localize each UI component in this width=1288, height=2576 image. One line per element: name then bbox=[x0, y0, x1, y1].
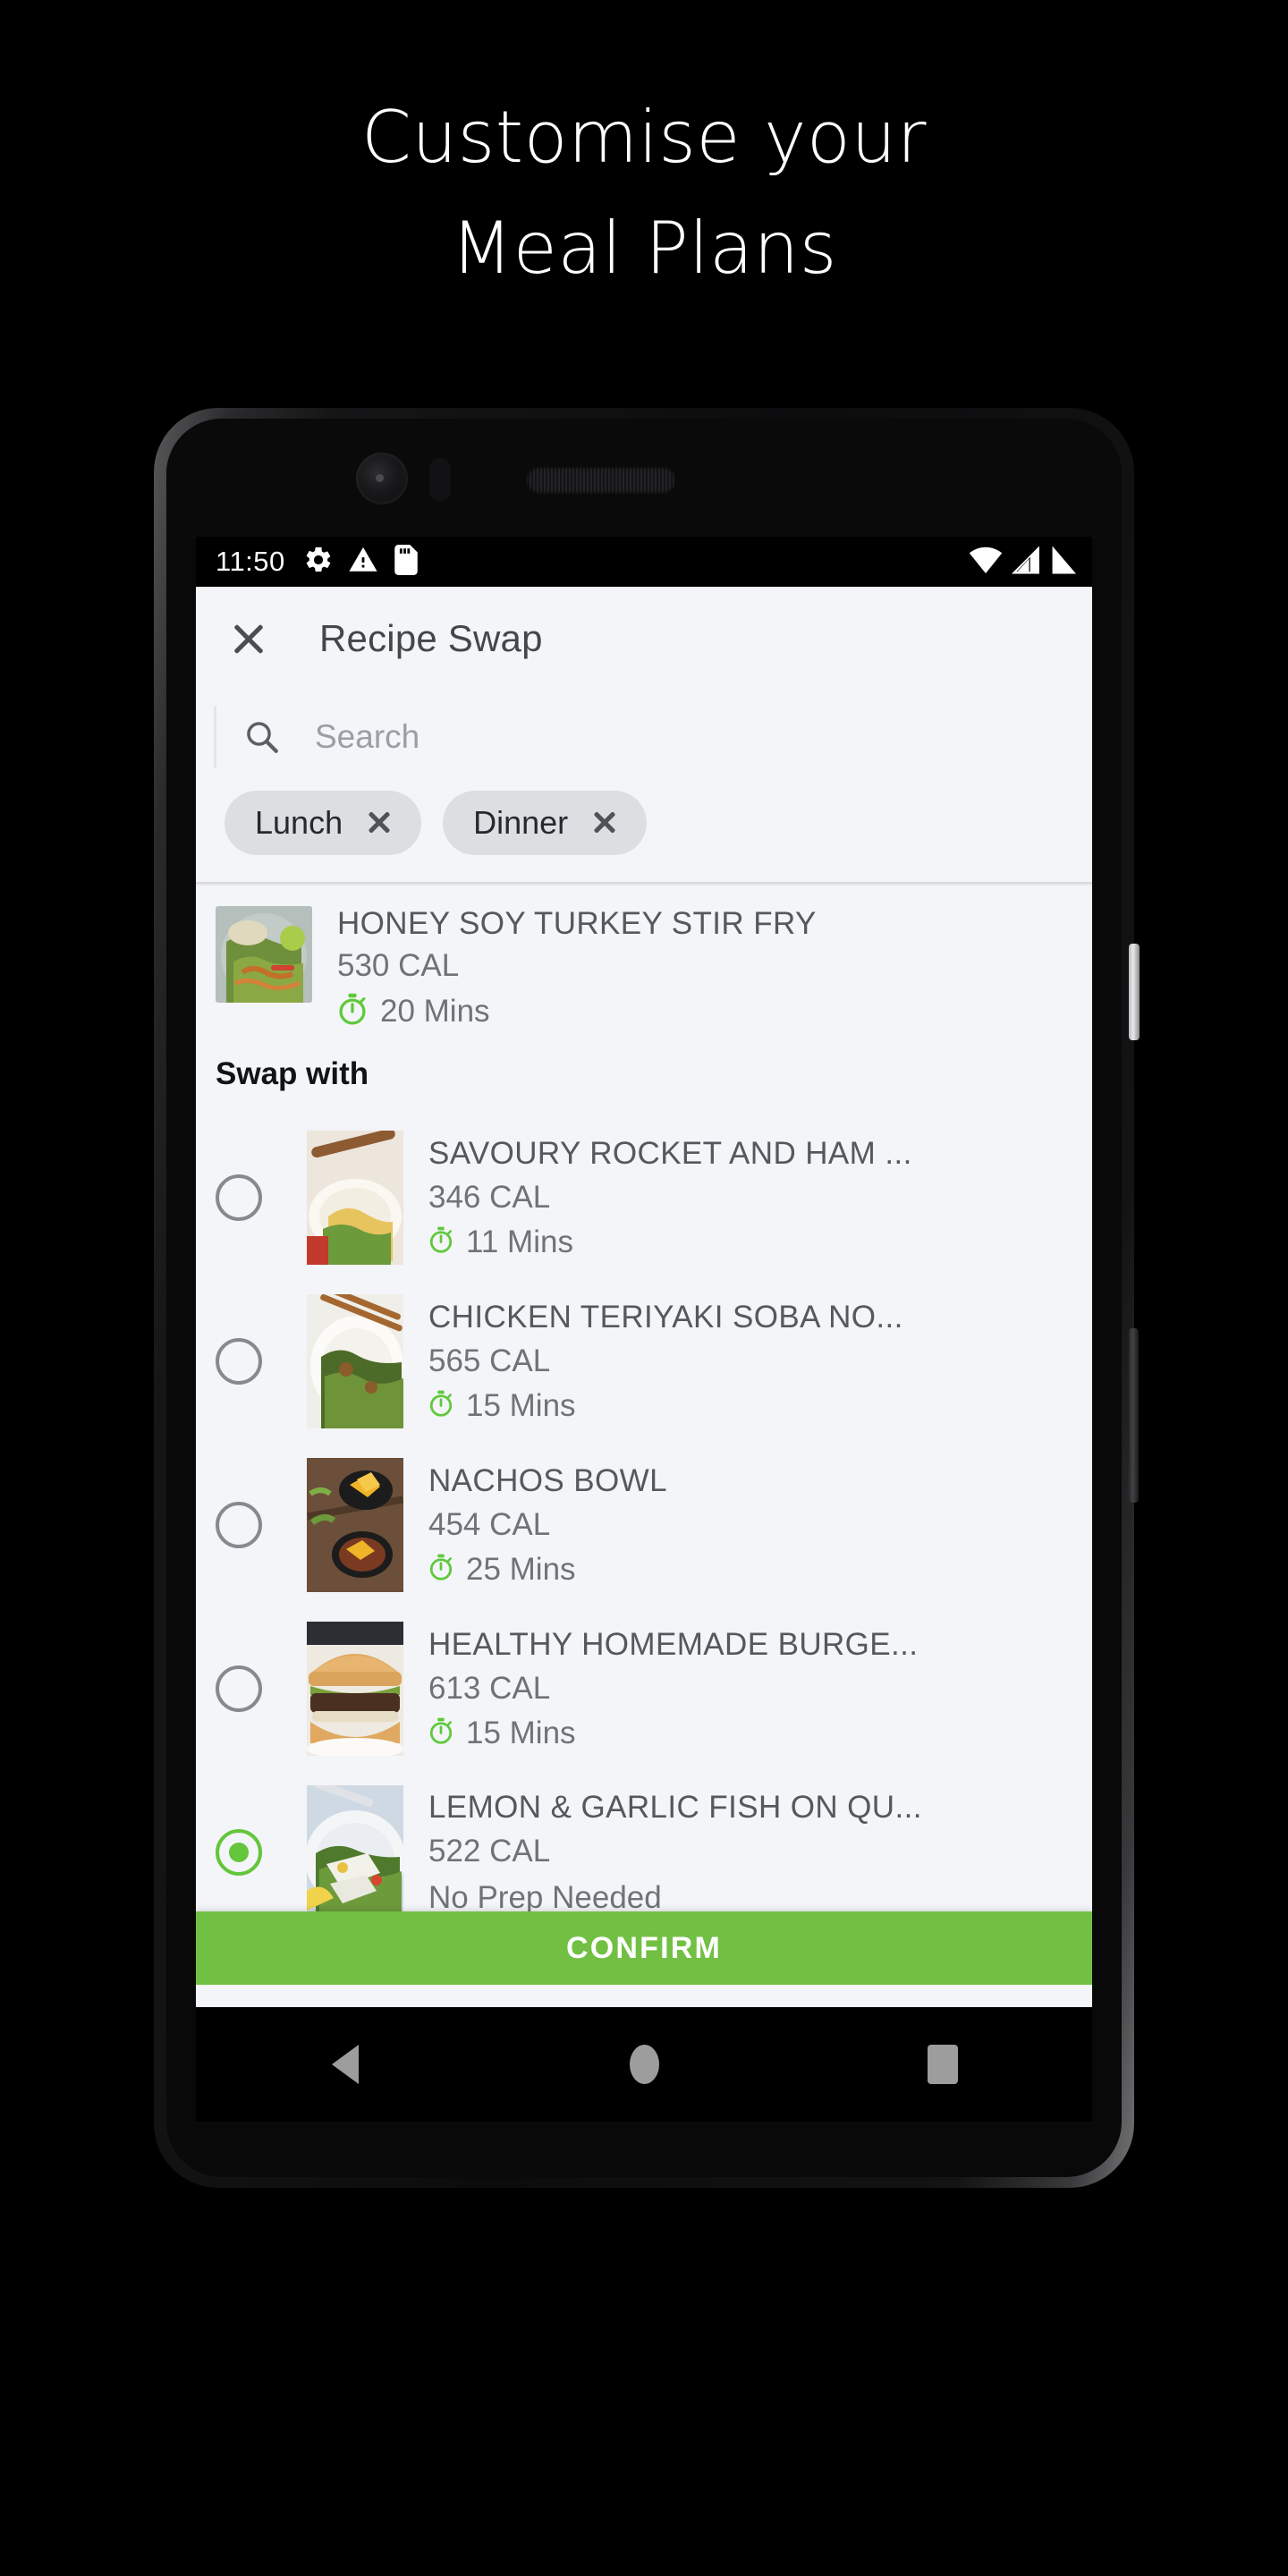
recipe-calories: 454 CAL bbox=[428, 1506, 551, 1542]
filter-chip-lunch[interactable]: Lunch bbox=[225, 791, 422, 855]
recipe-thumbnail bbox=[307, 1457, 403, 1592]
current-recipe: HONEY SOY TURKEY STIR FRY 530 CAL 20 Min… bbox=[196, 886, 1092, 1030]
search-left-divider bbox=[214, 706, 216, 768]
radio-button-selected[interactable] bbox=[216, 1828, 262, 1876]
recents-square-icon[interactable] bbox=[889, 2029, 996, 2100]
stopwatch-icon bbox=[428, 1554, 453, 1585]
recipe-time: No Prep Needed bbox=[428, 1879, 662, 1915]
promo-screenshot: Customise your Meal Plans 11:50 Recipe S… bbox=[0, 0, 1288, 2576]
filter-chip-label: Lunch bbox=[255, 804, 343, 841]
promo-headline: Customise your Meal Plans bbox=[361, 96, 927, 290]
current-recipe-calories: 530 CAL bbox=[337, 948, 460, 983]
confirm-button[interactable]: CONFIRM bbox=[196, 1911, 1092, 1985]
close-icon[interactable] bbox=[226, 616, 271, 661]
phone-device-frame: 11:50 Recipe Swap Search Lunch Dinner HO… bbox=[154, 408, 1134, 2188]
radio-button[interactable] bbox=[216, 1337, 262, 1385]
warning-triangle-icon bbox=[348, 545, 378, 580]
stopwatch-icon bbox=[337, 993, 368, 1030]
recipe-calories: 613 CAL bbox=[428, 1670, 551, 1706]
swap-with-label: Swap with bbox=[216, 1056, 369, 1091]
recipe-thumbnail bbox=[307, 1293, 403, 1428]
close-icon[interactable] bbox=[364, 808, 394, 838]
sd-card-icon bbox=[393, 544, 419, 580]
radio-button[interactable] bbox=[216, 1665, 262, 1712]
recipe-time: 15 Mins bbox=[466, 1715, 576, 1750]
swap-option-row[interactable]: HEALTHY HOMEMADE BURGE... 613 CAL 15 Min… bbox=[196, 1606, 1092, 1770]
home-circle-icon[interactable] bbox=[590, 2029, 698, 2100]
radio-button[interactable] bbox=[216, 1501, 262, 1548]
phone-inner-body: 11:50 Recipe Swap Search Lunch Dinner HO… bbox=[166, 419, 1122, 2177]
status-bar-time: 11:50 bbox=[216, 546, 285, 577]
wifi-icon bbox=[969, 546, 1003, 579]
proximity-sensor-icon bbox=[429, 458, 451, 501]
gear-icon bbox=[303, 545, 334, 580]
swap-option-row[interactable]: SAVOURY ROCKET AND HAM ... 346 CAL 11 Mi… bbox=[196, 1115, 1092, 1279]
cellular-signal-icon bbox=[1012, 546, 1042, 579]
filter-chip-list: Lunch Dinner bbox=[196, 784, 1092, 882]
current-recipe-thumbnail bbox=[216, 906, 312, 1003]
front-camera-icon bbox=[356, 453, 408, 504]
filter-chip-label: Dinner bbox=[473, 804, 569, 841]
recipe-title: CHICKEN TERIYAKI SOBA NO... bbox=[428, 1299, 903, 1335]
android-navigation-bar bbox=[196, 2007, 1092, 2122]
app-bar: Recipe Swap bbox=[196, 587, 1092, 691]
swap-option-row[interactable]: NACHOS BOWL 454 CAL 25 Mins bbox=[196, 1443, 1092, 1606]
bottom-spacer bbox=[196, 1985, 1092, 2007]
status-bar: 11:50 bbox=[196, 537, 1092, 587]
recipe-title: LEMON & GARLIC FISH ON QU... bbox=[428, 1789, 922, 1825]
power-button[interactable] bbox=[1129, 944, 1140, 1040]
volume-button[interactable] bbox=[1129, 1328, 1139, 1503]
recipe-calories: 346 CAL bbox=[428, 1179, 551, 1215]
recipe-time: 11 Mins bbox=[466, 1224, 573, 1259]
current-recipe-time: 20 Mins bbox=[380, 993, 490, 1029]
page-title: Recipe Swap bbox=[319, 617, 543, 659]
search-bar[interactable]: Search bbox=[196, 691, 1092, 784]
recipe-calories: 522 CAL bbox=[428, 1833, 551, 1868]
earpiece-speaker-icon bbox=[526, 467, 676, 494]
radio-button[interactable] bbox=[216, 1174, 262, 1221]
stopwatch-icon bbox=[428, 1717, 453, 1749]
swap-options-list: SAVOURY ROCKET AND HAM ... 346 CAL 11 Mi… bbox=[196, 1115, 1092, 2007]
battery-icon bbox=[1051, 545, 1076, 579]
scroll-content[interactable]: HONEY SOY TURKEY STIR FRY 530 CAL 20 Min… bbox=[196, 886, 1092, 2007]
confirm-button-label: CONFIRM bbox=[565, 1930, 723, 1965]
recipe-title: SAVOURY ROCKET AND HAM ... bbox=[428, 1135, 912, 1171]
phone-screen: 11:50 Recipe Swap Search Lunch Dinner HO… bbox=[196, 537, 1092, 2007]
current-recipe-title: HONEY SOY TURKEY STIR FRY bbox=[337, 906, 817, 941]
back-triangle-icon[interactable] bbox=[292, 2029, 399, 2100]
recipe-thumbnail bbox=[307, 1621, 403, 1756]
recipe-calories: 565 CAL bbox=[428, 1343, 551, 1378]
swap-option-row[interactable]: CHICKEN TERIYAKI SOBA NO... 565 CAL 15 M… bbox=[196, 1279, 1092, 1443]
recipe-title: NACHOS BOWL bbox=[428, 1462, 667, 1498]
stopwatch-icon bbox=[428, 1390, 453, 1421]
recipe-thumbnail bbox=[307, 1130, 403, 1265]
filter-chip-dinner[interactable]: Dinner bbox=[443, 791, 648, 855]
recipe-time: 15 Mins bbox=[466, 1387, 576, 1423]
swap-option-row-selected[interactable]: LEMON & GARLIC FISH ON QU... 522 CAL No … bbox=[196, 1770, 1092, 1934]
stopwatch-icon bbox=[428, 1226, 453, 1258]
search-icon bbox=[243, 718, 281, 756]
recipe-title: HEALTHY HOMEMADE BURGE... bbox=[428, 1626, 919, 1662]
recipe-time: 25 Mins bbox=[466, 1551, 576, 1587]
search-input[interactable]: Search bbox=[315, 718, 419, 756]
close-icon[interactable] bbox=[589, 808, 620, 838]
recipe-thumbnail bbox=[307, 1784, 403, 1919]
phone-top-bezel bbox=[166, 419, 1122, 537]
